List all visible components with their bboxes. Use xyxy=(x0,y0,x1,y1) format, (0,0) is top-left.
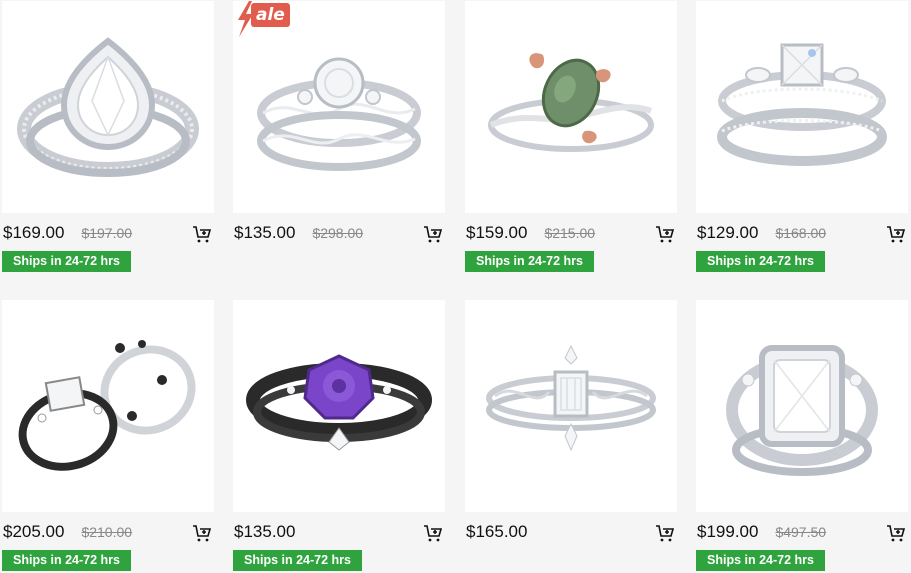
product-image[interactable] xyxy=(465,1,677,213)
ring-radiant-halo-icon xyxy=(726,345,878,476)
ring-princess-bridal-icon xyxy=(717,43,887,166)
add-to-cart-icon[interactable] xyxy=(192,224,212,244)
ring-emerald-cut-icon xyxy=(486,344,656,452)
product-image[interactable] xyxy=(233,300,445,512)
product-card[interactable]: $205.00 $210.00 Ships in 24-72 hrs xyxy=(2,300,214,571)
ring-pear-halo-icon xyxy=(17,37,199,177)
product-price: $199.00 xyxy=(697,522,759,541)
ring-purple-rose-icon xyxy=(246,354,432,451)
product-image[interactable]: ale xyxy=(233,1,445,213)
product-price: $129.00 xyxy=(697,223,759,242)
product-price: $135.00 xyxy=(234,223,296,242)
shipping-badge: Ships in 24-72 hrs xyxy=(2,550,131,571)
product-price: $169.00 xyxy=(3,223,65,242)
product-image[interactable] xyxy=(696,300,908,512)
add-to-cart-icon[interactable] xyxy=(655,224,675,244)
add-to-cart-icon[interactable] xyxy=(192,523,212,543)
product-image[interactable] xyxy=(465,300,677,512)
product-card[interactable]: $199.00 $497.50 Ships in 24-72 hrs xyxy=(696,300,908,571)
product-image[interactable] xyxy=(2,1,214,213)
shipping-badge: Ships in 24-72 hrs xyxy=(233,550,362,571)
product-card[interactable]: $129.00 $168.00 Ships in 24-72 hrs xyxy=(696,1,908,272)
original-price: $298.00 xyxy=(312,225,364,241)
add-to-cart-icon[interactable] xyxy=(886,224,906,244)
add-to-cart-icon[interactable] xyxy=(423,224,443,244)
shipping-badge: Ships in 24-72 hrs xyxy=(696,251,825,272)
product-card[interactable]: $165.00 xyxy=(465,300,677,548)
product-card[interactable]: $169.00 $197.00 Ships in 24-72 hrs xyxy=(2,1,214,272)
shipping-badge: Ships in 24-72 hrs xyxy=(2,251,131,272)
product-image[interactable] xyxy=(2,300,214,512)
original-price: $210.00 xyxy=(81,524,133,540)
product-card[interactable]: $159.00 $215.00 Ships in 24-72 hrs xyxy=(465,1,677,272)
original-price: $168.00 xyxy=(775,225,827,241)
sale-badge: ale xyxy=(235,1,293,37)
product-card[interactable]: ale $135.00 $298.00 xyxy=(233,1,445,249)
product-price: $205.00 xyxy=(3,522,65,541)
original-price: $215.00 xyxy=(544,225,596,241)
product-image[interactable] xyxy=(696,1,908,213)
sale-label: ale xyxy=(256,5,285,25)
product-card[interactable]: $135.00 Ships in 24-72 hrs xyxy=(233,300,445,571)
shipping-badge: Ships in 24-72 hrs xyxy=(465,251,594,272)
ring-black-white-set-icon xyxy=(18,340,196,471)
original-price: $497.50 xyxy=(775,524,827,540)
shipping-badge: Ships in 24-72 hrs xyxy=(696,550,825,571)
add-to-cart-icon[interactable] xyxy=(886,523,906,543)
add-to-cart-icon[interactable] xyxy=(655,523,675,543)
ring-moss-agate-icon xyxy=(488,53,654,152)
product-price: $135.00 xyxy=(234,522,296,541)
original-price: $197.00 xyxy=(81,225,133,241)
product-price: $165.00 xyxy=(466,522,528,541)
product-price: $159.00 xyxy=(466,223,528,242)
add-to-cart-icon[interactable] xyxy=(423,523,443,543)
